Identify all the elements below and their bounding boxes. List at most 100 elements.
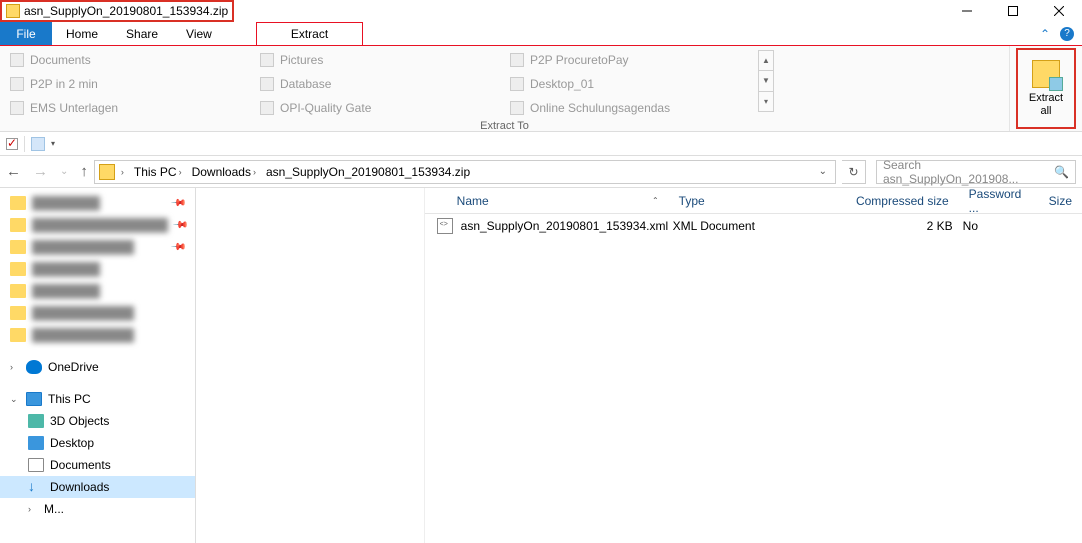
tab-extract[interactable]: Extract xyxy=(256,22,363,45)
titlebar-filename-highlight: asn_SupplyOn_20190801_153934.zip xyxy=(0,0,234,22)
nav-sidebar: ████████📌 ████████████████📌 ████████████… xyxy=(0,188,196,543)
pin-icon: 📌 xyxy=(170,239,187,256)
tab-file[interactable]: File xyxy=(0,22,52,45)
sidebar-splitter[interactable] xyxy=(196,188,200,543)
sidebar-item-3dobjects[interactable]: 3D Objects xyxy=(0,410,195,432)
sidebar-item-documents[interactable]: Documents xyxy=(0,454,195,476)
col-header-type[interactable]: Type xyxy=(669,194,829,208)
file-row[interactable]: asn_SupplyOn_20190801_153934.xml XML Doc… xyxy=(425,214,1082,238)
dest-documents[interactable]: Documents xyxy=(8,50,258,70)
extract-to-group: Documents P2P in 2 min EMS Unterlagen Pi… xyxy=(0,46,1010,131)
back-button[interactable]: ← xyxy=(6,164,21,179)
documents-icon xyxy=(28,458,44,472)
xml-file-icon xyxy=(437,218,453,234)
pin-icon: 📌 xyxy=(170,195,187,212)
sidebar-item[interactable]: ████████ xyxy=(0,258,195,280)
folder-icon xyxy=(510,53,524,67)
breadcrumb-downloads[interactable]: Downloads› xyxy=(188,161,260,183)
dest-pictures[interactable]: Pictures xyxy=(258,50,508,70)
breadcrumb-thispc[interactable]: This PC› xyxy=(130,161,186,183)
sidebar-item[interactable]: ████████████████📌 xyxy=(0,214,195,236)
refresh-button[interactable]: ↻ xyxy=(842,160,866,184)
folder-icon xyxy=(10,101,24,115)
sort-asc-icon: ⌃ xyxy=(652,196,659,205)
dest-online-schulung[interactable]: Online Schulungsagendas xyxy=(508,98,758,118)
onedrive-icon xyxy=(26,360,42,374)
this-pc-icon xyxy=(26,392,42,406)
sidebar-item-downloads[interactable]: Downloads xyxy=(0,476,195,498)
dest-opi[interactable]: OPI-Quality Gate xyxy=(258,98,508,118)
breadcrumb-zip[interactable]: asn_SupplyOn_20190801_153934.zip xyxy=(262,161,474,183)
maximize-button[interactable] xyxy=(990,0,1036,22)
sidebar-item-desktop[interactable]: Desktop xyxy=(0,432,195,454)
tab-view[interactable]: View xyxy=(172,22,226,45)
preview-pane-gap xyxy=(200,188,425,543)
chevron-right-icon[interactable]: › xyxy=(10,362,20,372)
sidebar-item[interactable]: ████████📌 xyxy=(0,192,195,214)
breadcrumb-dropdown-icon[interactable]: ⌄ xyxy=(819,166,831,177)
file-type: XML Document xyxy=(673,219,833,233)
sidebar-item[interactable]: ████████████ xyxy=(0,302,195,324)
folder-icon xyxy=(10,53,24,67)
col-header-name[interactable]: Name⌃ xyxy=(447,194,669,208)
recent-locations-icon[interactable]: ⌄ xyxy=(60,167,68,177)
dest-database[interactable]: Database xyxy=(258,74,508,94)
dest-p2p2min[interactable]: P2P in 2 min xyxy=(8,74,258,94)
extract-all-icon xyxy=(1032,60,1060,88)
sidebar-item[interactable]: ████████ xyxy=(0,280,195,302)
downloads-icon xyxy=(28,480,44,494)
up-button[interactable]: ↑ xyxy=(80,164,88,179)
scroll-up-icon[interactable]: ▲ xyxy=(759,51,773,71)
extract-all-button[interactable]: Extract all xyxy=(1016,48,1076,129)
pin-icon: 📌 xyxy=(172,217,189,234)
breadcrumb[interactable]: › This PC› Downloads› asn_SupplyOn_20190… xyxy=(94,160,836,184)
dest-p2p-procure[interactable]: P2P ProcuretoPay xyxy=(508,50,758,70)
file-compressed-size: 2 KB xyxy=(833,219,963,233)
view-swatch-icon[interactable] xyxy=(31,137,45,151)
dest-dropdown-icon[interactable]: ▾ xyxy=(759,92,773,111)
forward-button[interactable]: → xyxy=(33,164,48,179)
tab-home[interactable]: Home xyxy=(52,22,112,45)
address-bar-row: ← → ⌄ ↑ › This PC› Downloads› asn_Supply… xyxy=(0,156,1082,188)
window-title: asn_SupplyOn_20190801_153934.zip xyxy=(24,4,228,18)
scroll-down-icon[interactable]: ▼ xyxy=(759,71,773,91)
desktop-icon xyxy=(28,436,44,450)
folder-icon xyxy=(260,101,274,115)
window-controls xyxy=(944,0,1082,22)
folder-icon xyxy=(10,77,24,91)
sidebar-item-thispc[interactable]: ⌄This PC xyxy=(0,388,195,410)
help-icon[interactable]: ? xyxy=(1060,27,1074,41)
sidebar-item[interactable]: ›M... xyxy=(0,498,195,520)
file-password: No xyxy=(963,219,1043,233)
3d-objects-icon xyxy=(28,414,44,428)
chevron-right-icon[interactable]: › xyxy=(121,167,124,177)
ribbon: Documents P2P in 2 min EMS Unterlagen Pi… xyxy=(0,46,1082,132)
chevron-down-icon[interactable]: ⌄ xyxy=(10,394,20,405)
minimize-button[interactable] xyxy=(944,0,990,22)
ribbon-tabs: File Home Share View Extract ⌃ ? xyxy=(0,22,1082,46)
quick-access-strip: ▾ xyxy=(0,132,1082,156)
search-input[interactable]: Search asn_SupplyOn_201908... 🔍 xyxy=(876,160,1076,184)
folder-icon xyxy=(260,53,274,67)
file-list: Name⌃ Type Compressed size Password ... … xyxy=(425,188,1082,543)
dest-scroll[interactable]: ▲ ▼ ▾ xyxy=(758,50,774,112)
sidebar-item[interactable]: ████████████📌 xyxy=(0,236,195,258)
zip-file-icon xyxy=(99,164,115,180)
col-header-size[interactable]: Size xyxy=(1039,194,1082,208)
col-header-compressed[interactable]: Compressed size xyxy=(829,194,959,208)
close-button[interactable] xyxy=(1036,0,1082,22)
sidebar-item[interactable]: ████████████ xyxy=(0,324,195,346)
dest-ems[interactable]: EMS Unterlagen xyxy=(8,98,258,118)
dest-desktop01[interactable]: Desktop_01 xyxy=(508,74,758,94)
zip-file-icon xyxy=(6,4,20,18)
search-placeholder: Search asn_SupplyOn_201908... xyxy=(883,158,1048,186)
folder-icon xyxy=(260,77,274,91)
select-all-checkbox[interactable] xyxy=(6,138,18,150)
col-header-password[interactable]: Password ... xyxy=(959,187,1039,215)
folder-icon xyxy=(510,77,524,91)
sidebar-item-onedrive[interactable]: ›OneDrive xyxy=(0,356,195,378)
collapse-ribbon-icon[interactable]: ⌃ xyxy=(1040,27,1050,41)
file-name: asn_SupplyOn_20190801_153934.xml xyxy=(461,219,673,233)
folder-icon xyxy=(510,101,524,115)
tab-share[interactable]: Share xyxy=(112,22,172,45)
